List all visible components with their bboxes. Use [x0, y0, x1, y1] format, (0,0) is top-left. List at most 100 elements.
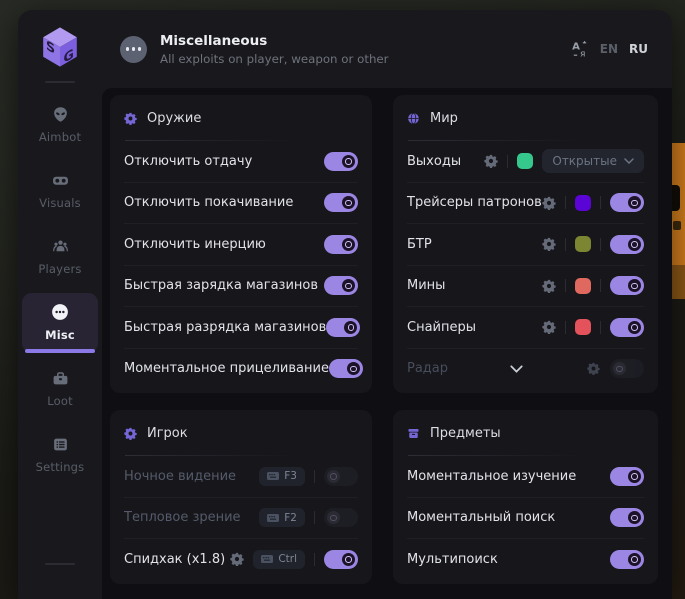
toggle[interactable] — [324, 152, 358, 171]
gear-icon[interactable] — [542, 237, 556, 251]
toggle-row: Ночное видение F3 — [124, 456, 358, 497]
toggle[interactable] — [610, 235, 644, 254]
sidebar-item-aimbot[interactable]: Aimbot — [22, 95, 98, 155]
row-label: Снайперы — [407, 320, 476, 335]
page-title-block: Miscellaneous All exploits on player, we… — [160, 33, 389, 66]
row-label: Мины — [407, 278, 445, 293]
language-switch: A я EN RU — [571, 40, 648, 58]
separator — [600, 321, 601, 334]
hotkey-badge[interactable]: F2 — [259, 508, 305, 527]
toggle[interactable] — [610, 467, 644, 486]
toggle[interactable] — [610, 193, 644, 212]
toggle-knob — [342, 238, 355, 251]
toggle-row: Быстрая зарядка магазинов — [124, 265, 358, 307]
separator — [314, 511, 315, 524]
separator — [565, 196, 566, 209]
separator — [565, 321, 566, 334]
toggle-knob — [342, 196, 355, 209]
row-label: Радар — [407, 361, 448, 376]
chevron-down-icon[interactable] — [510, 365, 523, 373]
toggle[interactable] — [324, 550, 358, 569]
color-swatch[interactable] — [575, 236, 591, 252]
toggle[interactable] — [324, 276, 358, 295]
sidebar-item-label: Settings — [36, 460, 85, 474]
keyboard-icon — [267, 472, 279, 480]
toggle-row: Тепловое зрение F2 — [124, 497, 358, 539]
sidebar-item-label: Players — [38, 262, 81, 276]
section-header: Мир — [407, 95, 644, 141]
toggle[interactable] — [610, 550, 644, 569]
hotkey-badge[interactable]: Ctrl — [253, 550, 305, 569]
toggle[interactable] — [324, 467, 358, 486]
left-column: Оружие Отключить отдачу Отключить покачи… — [110, 95, 372, 599]
lang-ru-button[interactable]: RU — [629, 42, 648, 56]
gear-icon[interactable] — [542, 279, 556, 293]
toggle[interactable] — [610, 318, 644, 337]
toggle[interactable] — [329, 359, 363, 378]
toggle[interactable] — [610, 359, 644, 378]
row-label: Мультипоиск — [407, 552, 498, 567]
row-label: БТР — [407, 237, 432, 252]
exits-dropdown[interactable]: Открытые — [542, 149, 644, 173]
sidebar: S G Aimbot — [18, 10, 102, 599]
section-title: Оружие — [147, 111, 201, 126]
hotkey-badge[interactable]: F3 — [259, 467, 305, 486]
toggle-row: БТР — [407, 223, 644, 265]
gear-icon[interactable] — [484, 154, 498, 168]
row-label: Быстрая зарядка магазинов — [124, 278, 318, 293]
row-label: Отключить покачивание — [124, 195, 293, 210]
separator — [600, 238, 601, 251]
sidebar-item-settings[interactable]: Settings — [22, 425, 98, 485]
page-title: Miscellaneous — [160, 33, 389, 49]
svg-text:я: я — [580, 49, 585, 58]
toggle-row: Снайперы — [407, 306, 644, 348]
color-swatch[interactable] — [575, 195, 591, 211]
color-swatch[interactable] — [517, 153, 533, 169]
section-header: Оружие — [124, 95, 358, 141]
gear-icon[interactable] — [542, 320, 556, 334]
section-rows: Моментальное изучение Моментальный поиск… — [407, 456, 644, 580]
row-label: Выходы — [407, 154, 461, 169]
color-swatch[interactable] — [575, 278, 591, 294]
row-label: Моментальное изучение — [407, 469, 576, 484]
section-title: Мир — [430, 111, 458, 126]
separator — [565, 238, 566, 251]
keyboard-icon — [267, 514, 279, 522]
sidebar-item-players[interactable]: Players — [22, 227, 98, 287]
sidebar-item-loot[interactable]: Loot — [22, 359, 98, 419]
toggle-knob — [628, 196, 641, 209]
toggle[interactable] — [326, 318, 360, 337]
toggle[interactable] — [610, 508, 644, 527]
toggle-knob — [344, 321, 357, 334]
translate-icon: A я — [571, 40, 589, 58]
gear-icon[interactable] — [542, 196, 556, 210]
hotkey-label: F3 — [284, 470, 297, 482]
section-title: Игрок — [147, 426, 188, 441]
lang-en-button[interactable]: EN — [600, 42, 618, 56]
toggle[interactable] — [610, 276, 644, 295]
toggle-row: Отключить инерцию — [124, 223, 358, 265]
toggle[interactable] — [324, 193, 358, 212]
dropdown-value: Открытые — [552, 154, 617, 168]
sidebar-divider — [45, 81, 75, 83]
gear-icon[interactable] — [230, 552, 244, 566]
toggle-knob — [342, 155, 355, 168]
sidebar-item-misc[interactable]: Misc — [22, 293, 98, 353]
toggle[interactable] — [324, 508, 358, 527]
row-label: Спидхак (x1.8) — [124, 552, 225, 567]
toggle-knob — [628, 321, 641, 334]
section-rows: Выходы Открытые — [407, 141, 644, 389]
sidebar-item-visuals[interactable]: Visuals — [22, 161, 98, 221]
briefcase-icon — [51, 369, 69, 387]
row-label: Моментальное прицеливание — [124, 361, 329, 376]
gear-icon[interactable] — [587, 362, 601, 376]
toggle-knob — [628, 511, 641, 524]
box-icon — [407, 427, 420, 440]
color-swatch[interactable] — [575, 319, 591, 335]
right-column: Мир Выходы Отк — [393, 95, 658, 599]
toggle[interactable] — [324, 235, 358, 254]
section-header: Предметы — [407, 410, 644, 456]
toggle-knob — [327, 511, 340, 524]
ellipsis-circle-icon — [120, 36, 147, 63]
row-label: Тепловое зрение — [124, 510, 241, 525]
